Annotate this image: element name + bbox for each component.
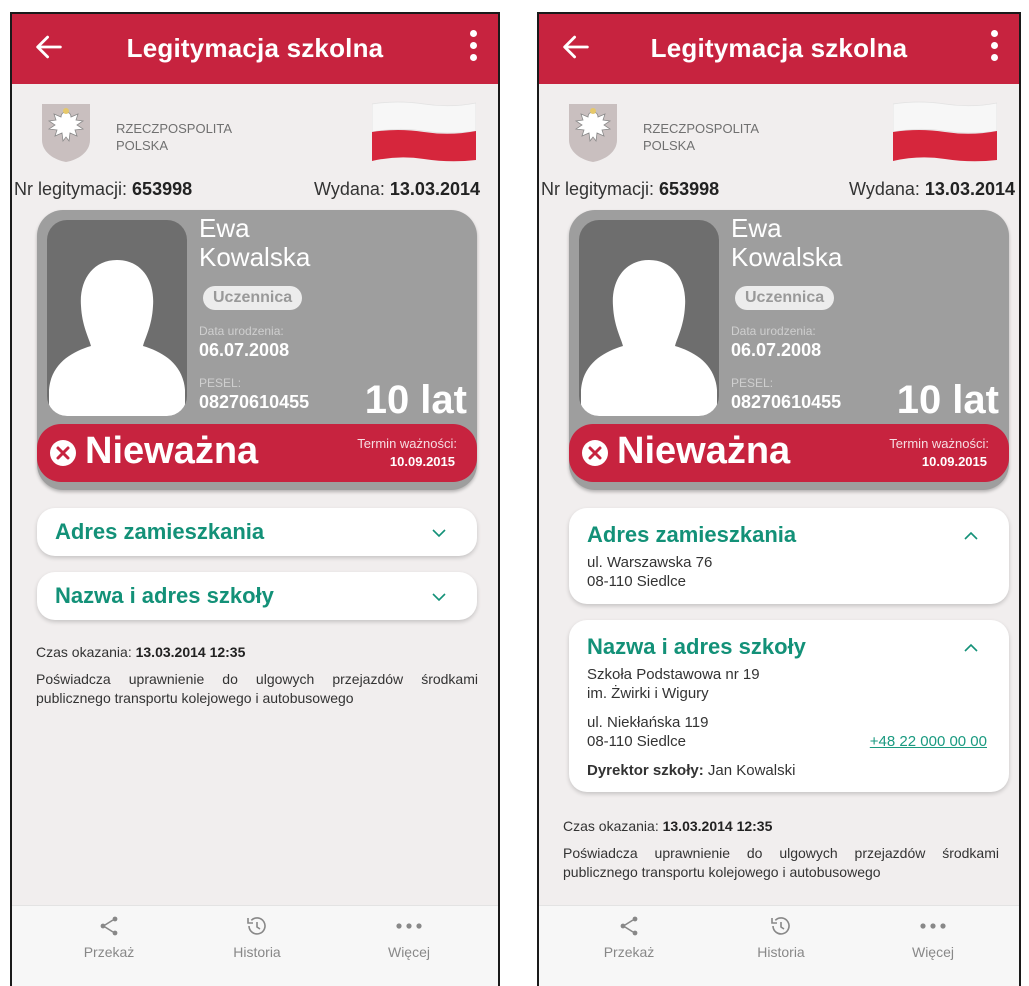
close-circle-icon (50, 440, 76, 466)
issue-date: Wydana: 13.03.2014 (314, 179, 480, 199)
nav-more[interactable]: Więcej (883, 914, 983, 960)
eagle-emblem-icon (42, 104, 90, 162)
school-section-title: Nazwa i adres szkoły (55, 583, 274, 608)
more-vert-icon[interactable] (468, 30, 478, 68)
address-city: 08-110 Siedlce (587, 573, 686, 590)
age-value: 10 lat (896, 378, 999, 422)
last-name: Kowalska (199, 242, 311, 272)
app-bar: Legitymacja szkolna (12, 14, 498, 84)
role-badge: Uczennica (203, 286, 303, 310)
pesel-label: PESEL: (731, 376, 774, 390)
school-section-title: Nazwa i adres szkoły (587, 634, 806, 659)
person-silhouette-icon (47, 220, 187, 416)
polish-flag-icon (893, 101, 997, 162)
school-section[interactable]: Nazwa i adres szkoły (37, 572, 477, 620)
person-silhouette-icon (579, 220, 719, 416)
dob-label: Data urodzenia: (731, 324, 816, 338)
school-director: Dyrektor szkoły: Jan Kowalski (587, 762, 796, 779)
nav-more[interactable]: Więcej (359, 914, 459, 960)
nav-share[interactable]: Przekaż (579, 914, 679, 960)
school-name-line1: Szkoła Podstawowa nr 19 (587, 666, 760, 683)
validity-status: Nieważna (85, 430, 259, 472)
nav-history[interactable]: Historia (207, 914, 307, 960)
last-name: Kowalska (731, 242, 843, 272)
role-badge: Uczennica (735, 286, 835, 310)
school-section[interactable]: Nazwa i adres szkoły Szkoła Podstawowa n… (569, 620, 1009, 792)
bottom-nav: Przekaż Historia Więcej (12, 905, 498, 986)
phone-screen-expanded: Legitymacja szkolna RZECZPOSPOLITA POLSK… (537, 12, 1021, 986)
page-title: Legitymacja szkolna (650, 33, 908, 63)
first-name: Ewa (199, 213, 250, 243)
dob-label: Data urodzenia: (199, 324, 284, 338)
phone-screen-collapsed: Legitymacja szkolna RZECZPOSPOLITA POLSK… (10, 12, 500, 986)
close-circle-icon (582, 440, 608, 466)
pesel-value: 08270610455 (199, 392, 310, 412)
history-icon (247, 917, 266, 935)
entitlement-description: Poświadcza uprawnienie do ulgowych przej… (36, 671, 478, 706)
address-section[interactable]: Adres zamieszkania ul. Warszawska 76 08-… (569, 508, 1009, 604)
status-bar: Nieważna Termin ważności: 10.09.2015 (37, 424, 477, 482)
share-icon (100, 916, 118, 936)
expiry-date: 10.09.2015 (921, 454, 987, 469)
entitlement-description: Poświadcza uprawnienie do ulgowych przej… (563, 845, 999, 880)
pesel-label: PESEL: (199, 376, 242, 390)
address-section[interactable]: Adres zamieszkania (37, 508, 477, 556)
nav-history[interactable]: Historia (731, 914, 831, 960)
status-bar: Nieważna Termin ważności: 10.09.2015 (569, 424, 1009, 482)
expiry-label: Termin ważności: (889, 436, 989, 451)
school-name-line2: im. Żwirki i Wigury (587, 685, 709, 702)
issue-date: Wydana: 13.03.2014 (849, 179, 1015, 199)
expiry-label: Termin ważności: (357, 436, 457, 451)
first-name: Ewa (731, 213, 782, 243)
country-name: RZECZPOSPOLITA POLSKA (643, 121, 760, 153)
age-value: 10 lat (364, 378, 467, 422)
share-icon (620, 916, 638, 936)
document-number: Nr legitymacji: 653998 (14, 179, 193, 199)
document-info-row: Nr legitymacji: 653998 Wydana: 13.03.201… (12, 179, 498, 205)
validity-status: Nieważna (617, 430, 791, 472)
more-horiz-icon (396, 923, 422, 929)
history-icon (771, 917, 790, 935)
chevron-down-icon[interactable] (431, 589, 447, 605)
school-city: 08-110 Siedlce (587, 733, 686, 750)
nav-share[interactable]: Przekaż (59, 914, 159, 960)
document-info-row: Nr legitymacji: 653998 Wydana: 13.03.201… (539, 179, 1019, 205)
school-phone-link[interactable]: +48 22 000 00 00 (870, 733, 987, 750)
polish-flag-icon (372, 101, 476, 162)
more-vert-icon[interactable] (989, 30, 999, 68)
eagle-emblem-icon (569, 104, 617, 162)
dob-value: 06.07.2008 (199, 340, 290, 360)
chevron-up-icon[interactable] (963, 640, 979, 656)
school-street: ul. Niekłańska 119 (587, 714, 709, 731)
address-section-title: Adres zamieszkania (587, 522, 797, 547)
country-name: RZECZPOSPOLITA POLSKA (116, 121, 233, 153)
dob-value: 06.07.2008 (731, 340, 822, 360)
shown-time: Czas okazania: 13.03.2014 12:35 (36, 644, 246, 660)
document-number: Nr legitymacji: 653998 (541, 179, 720, 199)
bottom-nav: Przekaż Historia Więcej (539, 905, 1019, 986)
app-bar: Legitymacja szkolna (539, 14, 1019, 84)
expiry-date: 10.09.2015 (389, 454, 455, 469)
page-title: Legitymacja szkolna (126, 33, 384, 63)
chevron-down-icon[interactable] (431, 525, 447, 541)
id-card: Ewa Kowalska Uczennica Data urodzenia: 0… (37, 210, 477, 490)
chevron-up-icon[interactable] (963, 528, 979, 544)
more-horiz-icon (920, 923, 946, 929)
id-card: Ewa Kowalska Uczennica Data urodzenia: 0… (569, 210, 1009, 490)
pesel-value: 08270610455 (731, 392, 842, 412)
shown-time: Czas okazania: 13.03.2014 12:35 (563, 818, 773, 834)
address-section-title: Adres zamieszkania (55, 519, 265, 544)
address-street: ul. Warszawska 76 (587, 554, 713, 571)
